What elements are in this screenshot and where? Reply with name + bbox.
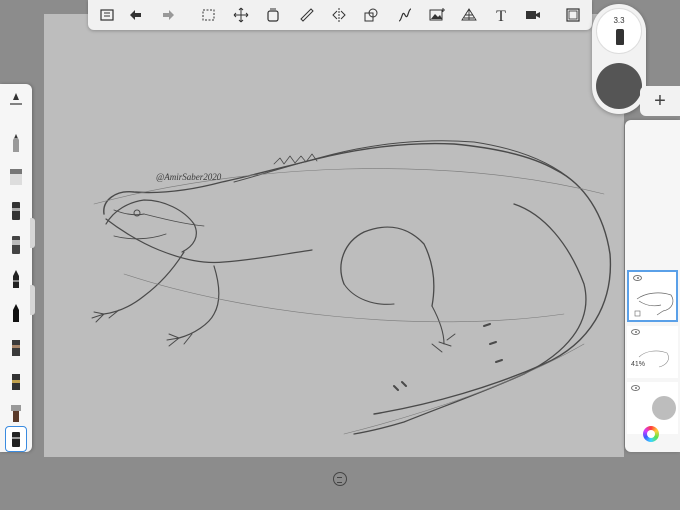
svg-text:T: T [496,8,506,24]
color-wheel-icon[interactable] [643,426,659,442]
layer-list: 41% [625,120,680,452]
tray-handle-top[interactable] [30,218,35,248]
pencil-brush-icon[interactable] [5,130,27,156]
background-color-swatch [652,396,676,420]
airbrush-brush-icon[interactable] [5,164,27,190]
transform-icon[interactable] [230,4,252,26]
add-image-icon[interactable] [426,4,448,26]
brush-settings-icon[interactable] [5,88,27,114]
felt-tip-brush-icon[interactable] [5,334,27,360]
eye-icon[interactable] [633,275,642,281]
marker-brush-icon[interactable] [5,198,27,224]
fullscreen-icon[interactable] [562,4,584,26]
toggle-ui-icon[interactable] [333,472,347,486]
layer-item-sketch[interactable] [627,270,678,322]
eye-icon[interactable] [631,329,640,335]
text-icon[interactable]: T [490,4,512,26]
ink-pen-2-brush-icon[interactable] [5,300,27,326]
record-icon[interactable] [522,4,544,26]
symmetry-icon[interactable] [328,4,350,26]
brush-palette [0,84,32,452]
top-toolbar: T [88,0,592,30]
brush-size-value: 3.3 [613,16,625,25]
copy-paste-icon[interactable] [262,4,284,26]
lizard-sketch: @AmirSaber2020 [91,140,612,435]
list-icon[interactable] [96,4,118,26]
selection-icon[interactable] [198,4,220,26]
layer-thumbnail [634,292,674,317]
canvas-signature: @AmirSaber2020 [156,172,222,182]
selected-brush-icon[interactable] [5,426,27,452]
brush-tip-icon [616,29,624,45]
tray-handle-bottom[interactable] [30,285,35,315]
drawing-canvas[interactable]: @AmirSaber2020 [44,14,624,457]
layer-opacity-label: 41% [631,361,646,368]
undo-icon[interactable] [124,4,146,26]
curve-icon[interactable] [394,4,416,26]
layer-panel: + 41% [625,86,680,452]
ink-pen-brush-icon[interactable] [5,266,27,292]
paint-brush-icon[interactable] [5,400,27,426]
add-layer-button[interactable]: + [640,86,680,116]
eye-icon[interactable] [631,385,640,391]
brush-size-control[interactable]: 3.3 [596,8,642,54]
layer-item-sketch-2[interactable]: 41% [627,326,678,378]
perspective-icon[interactable] [458,4,480,26]
shapes-icon[interactable] [360,4,382,26]
chisel-brush-icon[interactable] [5,368,27,394]
marker-2-brush-icon[interactable] [5,232,27,258]
ruler-icon[interactable] [296,4,318,26]
redo-icon[interactable] [158,4,180,26]
